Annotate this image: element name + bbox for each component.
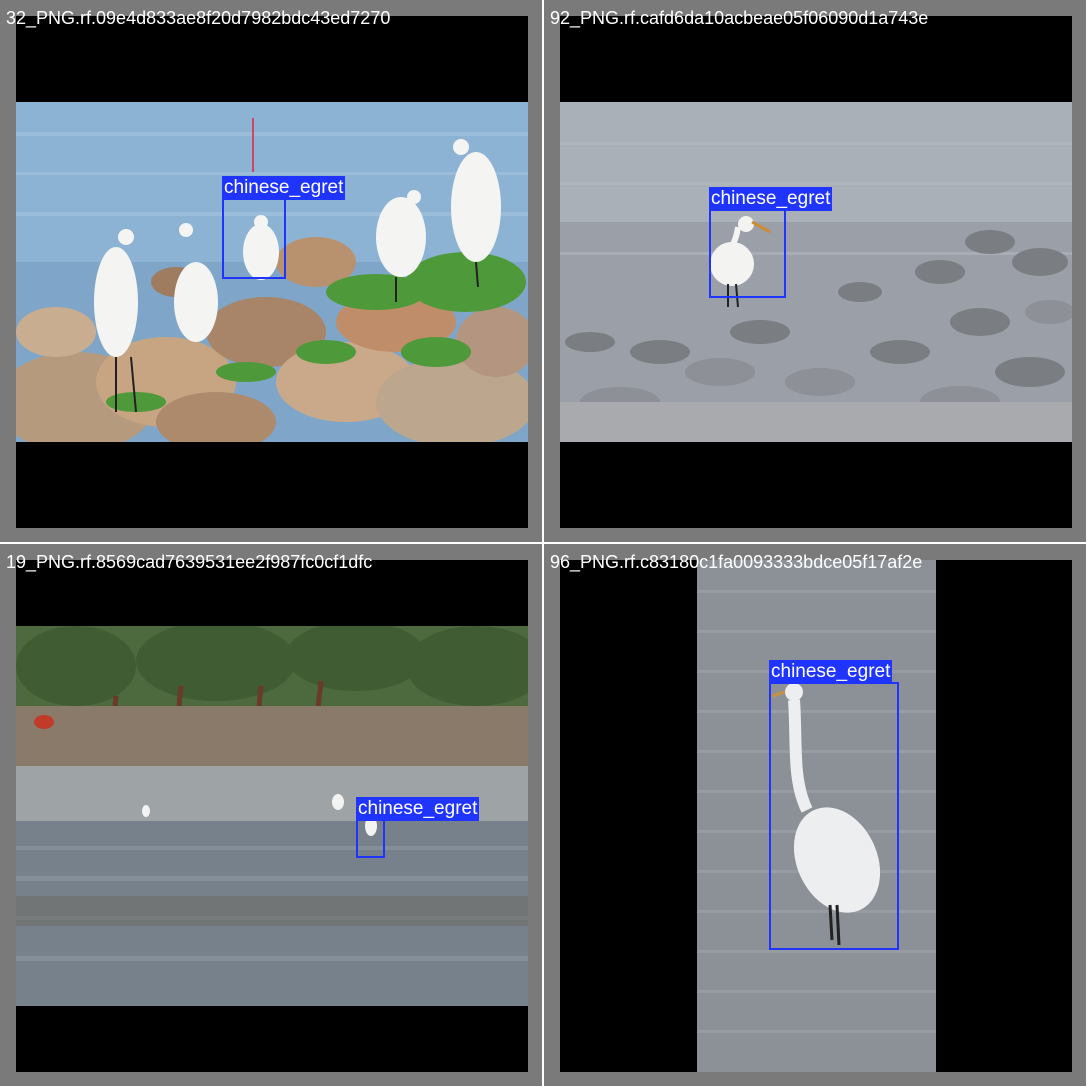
tile-filename: 92_PNG.rf.cafd6da10acbeae05f06090d1a743e <box>550 8 929 28</box>
tile-filename: 32_PNG.rf.09e4d833ae8f20d7982bdc43ed7270 <box>6 8 391 28</box>
detection-bbox: chinese_egret <box>769 660 899 950</box>
mosaic-tile-3: 19_PNG.rf.8569cad7639531ee2f987fc0cf1dfc <box>0 544 544 1088</box>
detection-bbox: chinese_egret <box>709 187 833 298</box>
detection-label: chinese_egret <box>709 187 833 211</box>
detection-bbox: chinese_egret <box>356 797 480 858</box>
image-canvas: chinese_egret <box>560 16 1072 528</box>
mosaic-tile-4: 96_PNG.rf.c83180c1fa0093333bdce05f17af2e <box>544 544 1088 1088</box>
detection-label: chinese_egret <box>222 176 346 200</box>
image-canvas: chinese_egret <box>560 560 1072 1072</box>
egret-on-pebble-shore-photo <box>560 102 1072 442</box>
mosaic-tile-2: 92_PNG.rf.cafd6da10acbeae05f06090d1a743e <box>544 0 1088 544</box>
image-canvas: chinese_egret <box>16 16 528 528</box>
image-canvas: chinese_egret <box>16 560 528 1072</box>
mosaic-tile-1: 32_PNG.rf.09e4d833ae8f20d7982bdc43ed7270 <box>0 0 544 544</box>
detection-bbox: chinese_egret <box>222 176 346 279</box>
tile-filename: 96_PNG.rf.c83180c1fa0093333bdce05f17af2e <box>550 552 923 572</box>
detection-label: chinese_egret <box>769 660 893 684</box>
detection-label: chinese_egret <box>356 797 480 821</box>
tile-filename: 19_PNG.rf.8569cad7639531ee2f987fc0cf1dfc <box>6 552 373 572</box>
